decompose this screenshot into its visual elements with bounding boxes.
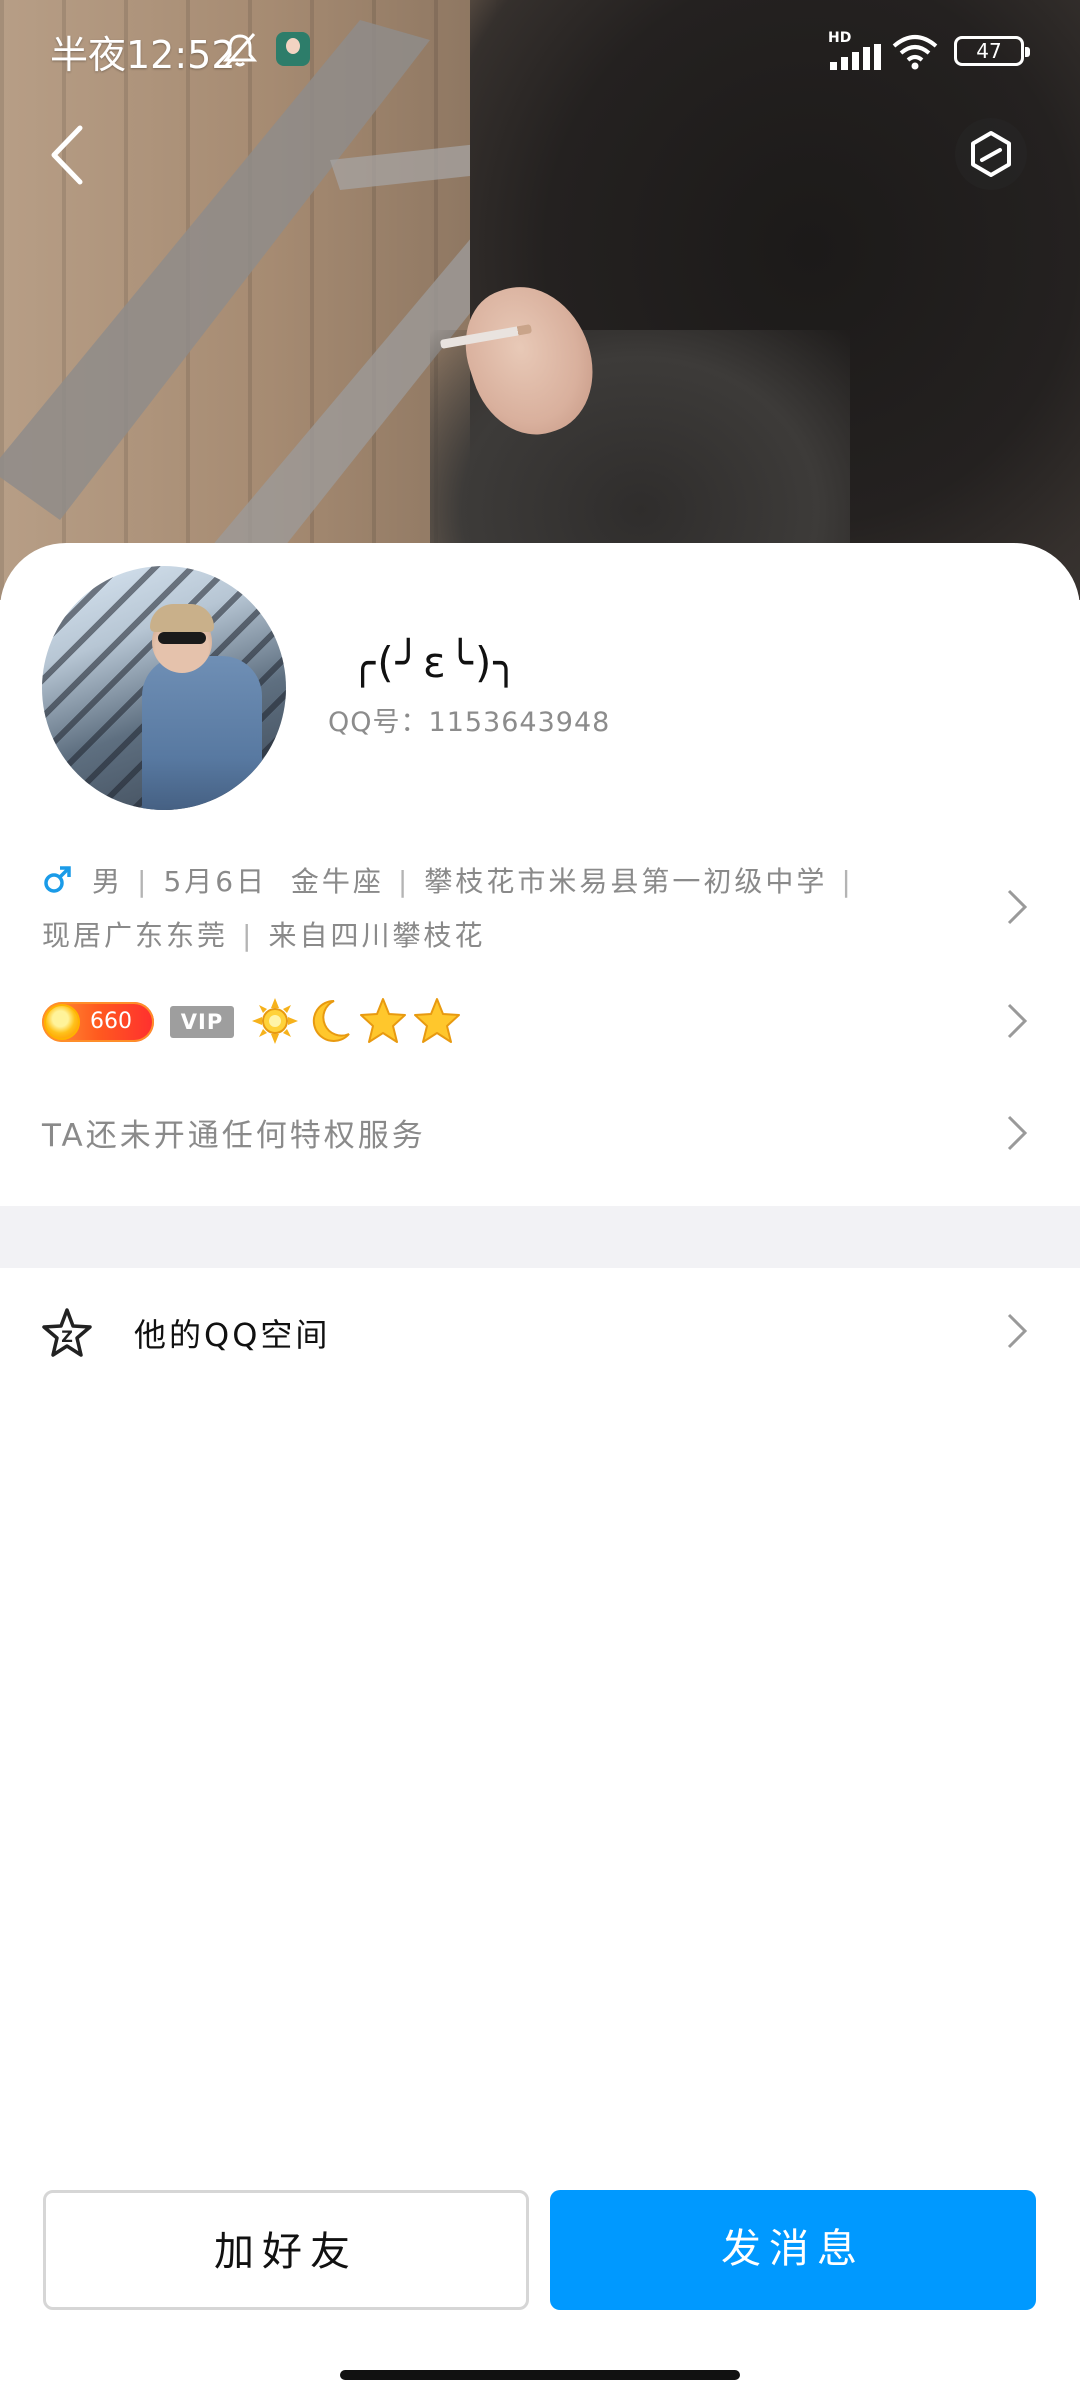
chevron-right-icon [1007,1313,1028,1349]
chevron-right-icon [1007,1003,1028,1039]
wifi-icon [892,35,938,70]
separator: | [841,865,854,898]
coin-icon [44,1004,80,1040]
level-icons [250,996,470,1048]
male-icon [44,866,71,893]
qzone-row[interactable]: Z 他的QQ空间 [0,1296,1080,1366]
avatar-sunglasses [158,632,206,644]
separator: | [242,919,255,952]
signal-icon [830,44,881,70]
qq-number: QQ号：1153643948 [328,700,610,739]
battery-icon: 47 [954,36,1030,66]
chevron-right-icon [1007,889,1028,925]
qzone-star-icon: Z [42,1308,92,1357]
nickname: ╭(╯ε╰)╮ [350,638,521,687]
settings-button[interactable] [955,118,1027,190]
hexagon-settings-icon [971,131,1011,177]
vip-badge: VIP [170,1006,234,1038]
section-divider [0,1206,1080,1268]
residence-text: 现居广东东莞 [42,919,229,952]
home-indicator[interactable] [340,2370,740,2380]
avatar-jacket [142,656,262,810]
profile-card [0,543,1080,2400]
moon-icon [312,999,350,1042]
level-badge: 660 [42,1002,154,1042]
profile-info-row[interactable]: 男 | 5月6日 金牛座 | 攀枝花市米易县第一初级中学 | 现居广东东莞 | 来自四川攀枝花 [0,848,1080,966]
qq-label: QQ号： [328,707,429,738]
avatar-hair [150,604,214,632]
qzone-label: 他的QQ空间 [134,1316,331,1354]
star-icon [414,998,460,1043]
privilege-text: TA还未开通任何特权服务 [42,1118,426,1154]
star-icon [360,998,406,1043]
gender-text: 男 [92,865,124,898]
mute-bell-icon [222,33,258,67]
separator: | [137,865,150,898]
birthday-text: 5月6日 [163,865,268,898]
svg-text:Z: Z [61,1327,73,1346]
school-text: 攀枝花市米易县第一初级中学 [424,865,828,898]
hometown-text: 来自四川攀枝花 [268,919,486,952]
profile-info-line-2: 现居广东东莞 | 来自四川攀枝花 [42,914,485,954]
profile-info-line-1: 男 | 5月6日 金牛座 | 攀枝花市米易县第一初级中学 | [42,860,868,900]
sun-icon [252,998,298,1044]
add-friend-button[interactable]: 加好友 [43,2190,529,2310]
qq-number-value: 1153643948 [428,707,611,738]
status-time: 半夜12:52 [50,33,236,77]
app-notification-icon [276,32,310,66]
send-message-button[interactable]: 发消息 [550,2190,1036,2310]
privilege-row[interactable]: TA还未开通任何特权服务 [0,1100,1080,1160]
vip-level-row[interactable]: 660 VIP [0,990,1080,1054]
avatar[interactable] [42,566,286,810]
chevron-right-icon [1007,1115,1028,1151]
separator: | [397,865,411,898]
level-score: 660 [90,1009,132,1034]
zodiac-text: 金牛座 [290,865,384,898]
back-arrow-icon[interactable] [40,120,100,190]
status-bar: 半夜12:52 HD 47 [0,0,1080,100]
